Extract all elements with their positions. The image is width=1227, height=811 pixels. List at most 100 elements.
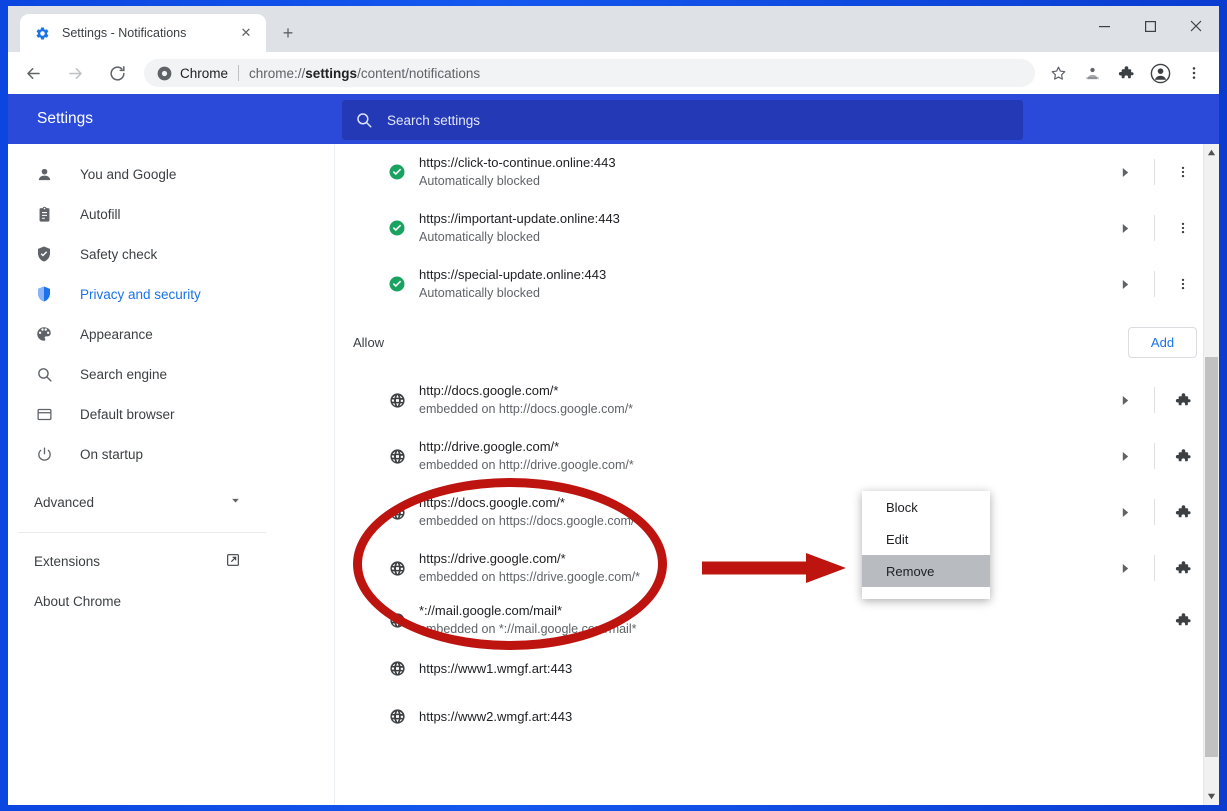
sidebar-item-label: Advanced (34, 494, 95, 510)
row-actions (1110, 215, 1197, 241)
puzzle-icon[interactable] (1169, 559, 1197, 577)
omnibox-scheme-label: Chrome (180, 65, 229, 81)
puzzle-icon[interactable] (1169, 611, 1197, 629)
site-url: https://drive.google.com/* (419, 551, 566, 566)
tab-title: Settings - Notifications (62, 26, 187, 40)
sidebar-item-you-and-google[interactable]: You and Google (8, 154, 334, 194)
chevron-right-icon[interactable] (1110, 167, 1140, 177)
chrome-menu-icon[interactable] (1179, 58, 1209, 88)
context-menu-item-remove[interactable]: Remove (862, 555, 990, 587)
minimize-button[interactable] (1081, 6, 1127, 46)
sidebar-item-label: Autofill (80, 206, 121, 222)
row-text: *://mail.google.com/mail* embedded on *:… (419, 601, 636, 639)
site-status: Automatically blocked (419, 230, 540, 244)
table-row[interactable]: http://drive.google.com/* embedded on ht… (335, 428, 1219, 484)
context-menu-item-edit[interactable]: Edit (862, 523, 990, 555)
scroll-up-arrow[interactable] (1204, 144, 1219, 161)
chrome-browser-window: Settings - Notifications ✕ + Chrome chro… (8, 6, 1219, 805)
window-frame: Settings - Notifications ✕ + Chrome chro… (0, 0, 1227, 811)
back-icon[interactable] (16, 56, 50, 90)
puzzle-icon[interactable] (1169, 391, 1197, 409)
sidebar-item-label: About Chrome (34, 593, 122, 609)
globe-icon (387, 502, 407, 522)
chevron-right-icon[interactable] (1110, 563, 1140, 573)
globe-icon (387, 706, 407, 726)
row-text: https://drive.google.com/* embedded on h… (419, 549, 640, 587)
person-icon (34, 164, 54, 184)
context-menu-item-block[interactable]: Block (862, 491, 990, 523)
chevron-right-icon[interactable] (1110, 507, 1140, 517)
omnibox-divider (238, 65, 240, 81)
sidebar-item-label: You and Google (80, 166, 177, 182)
address-bar[interactable]: Chrome chrome://settings/content/notific… (144, 59, 1035, 87)
close-icon[interactable]: ✕ (234, 21, 258, 45)
table-row[interactable]: https://click-to-continue.online:443 Aut… (335, 144, 1219, 200)
sidebar-item-safety-check[interactable]: Safety check (8, 234, 334, 274)
sidebar-item-extensions[interactable]: Extensions (8, 541, 334, 581)
browser-tab[interactable]: Settings - Notifications ✕ (20, 14, 266, 52)
search-input[interactable] (387, 112, 887, 128)
site-embedded-on: embedded on *://mail.google.com/mail* (419, 622, 637, 636)
settings-content: https://click-to-continue.online:443 Aut… (335, 144, 1219, 805)
maximize-button[interactable] (1127, 6, 1173, 46)
search-icon (355, 111, 373, 129)
green-check-icon (387, 274, 407, 294)
sidebar-item-autofill[interactable]: Autofill (8, 194, 334, 234)
row-text: https://click-to-continue.online:443 Aut… (419, 153, 616, 191)
new-tab-button[interactable]: + (274, 19, 302, 47)
globe-icon (387, 446, 407, 466)
table-row[interactable]: https://www2.wmgf.art:443 (335, 692, 1219, 740)
settings-header: Settings (8, 94, 1219, 144)
table-row[interactable]: https://special-update.online:443 Automa… (335, 256, 1219, 312)
shield-check-icon (34, 244, 54, 264)
row-actions (1110, 443, 1197, 469)
close-button[interactable] (1173, 6, 1219, 46)
allow-section-header: Allow Add (335, 312, 1219, 372)
sidebar-item-label: Default browser (80, 406, 175, 422)
row-overflow-menu-icon[interactable] (1169, 165, 1197, 179)
row-text: https://important-update.online:443 Auto… (419, 209, 620, 247)
puzzle-icon[interactable] (1169, 447, 1197, 465)
sidebar-item-search-engine[interactable]: Search engine (8, 354, 334, 394)
divider (1154, 271, 1155, 297)
row-actions (1110, 499, 1197, 525)
globe-icon (387, 390, 407, 410)
profile-avatar-icon[interactable] (1145, 58, 1175, 88)
chevron-down-icon (229, 494, 242, 510)
notifications-site-lists: https://click-to-continue.online:443 Aut… (335, 144, 1219, 740)
sidebar-item-default-browser[interactable]: Default browser (8, 394, 334, 434)
table-row[interactable]: *://mail.google.com/mail* embedded on *:… (335, 596, 1219, 644)
add-button[interactable]: Add (1128, 326, 1197, 358)
table-row[interactable]: https://docs.google.com/* embedded on ht… (335, 484, 1219, 540)
table-row[interactable]: http://docs.google.com/* embedded on htt… (335, 372, 1219, 428)
sidebar-item-on-startup[interactable]: On startup (8, 434, 334, 474)
browser-toolbar: Chrome chrome://settings/content/notific… (8, 52, 1219, 94)
scrollbar-thumb[interactable] (1205, 357, 1218, 757)
sidebar-item-about-chrome[interactable]: About Chrome (8, 581, 334, 621)
scroll-down-arrow[interactable] (1204, 788, 1219, 805)
reload-icon[interactable] (100, 56, 134, 90)
row-overflow-menu-icon[interactable] (1169, 277, 1197, 291)
vertical-scrollbar[interactable] (1203, 144, 1219, 805)
sidebar-item-label: Privacy and security (80, 286, 201, 302)
search-settings-box[interactable] (342, 100, 1023, 140)
puzzle-icon[interactable] (1169, 503, 1197, 521)
sidebar-item-appearance[interactable]: Appearance (8, 314, 334, 354)
green-check-icon (387, 218, 407, 238)
row-overflow-menu-icon[interactable] (1169, 221, 1197, 235)
share-profile-icon[interactable] (1077, 58, 1107, 88)
sidebar-item-label: Search engine (80, 366, 168, 382)
extensions-puzzle-icon[interactable] (1111, 58, 1141, 88)
forward-icon[interactable] (58, 56, 92, 90)
chevron-right-icon[interactable] (1110, 451, 1140, 461)
chevron-right-icon[interactable] (1110, 279, 1140, 289)
sidebar-item-advanced[interactable]: Advanced (8, 480, 334, 524)
table-row[interactable]: https://www1.wmgf.art:443 (335, 644, 1219, 692)
bookmark-star-icon[interactable] (1043, 58, 1073, 88)
shield-icon (34, 284, 54, 304)
table-row[interactable]: https://drive.google.com/* embedded on h… (335, 540, 1219, 596)
sidebar-item-privacy-and-security[interactable]: Privacy and security (8, 274, 334, 314)
chevron-right-icon[interactable] (1110, 395, 1140, 405)
chevron-right-icon[interactable] (1110, 223, 1140, 233)
table-row[interactable]: https://important-update.online:443 Auto… (335, 200, 1219, 256)
